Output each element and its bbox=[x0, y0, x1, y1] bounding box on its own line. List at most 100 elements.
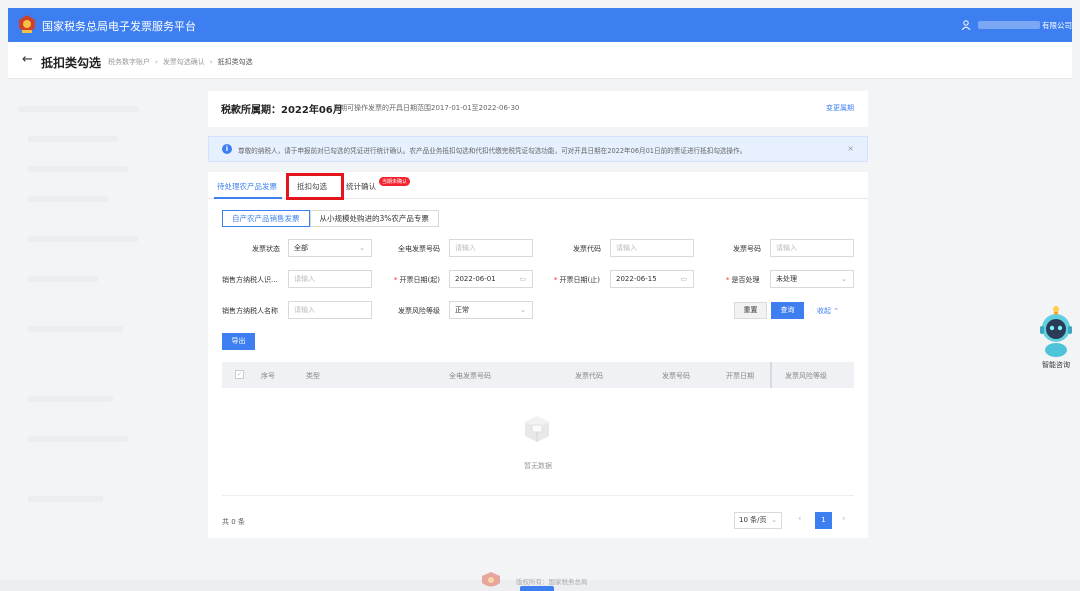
collapse-button[interactable]: 收起 ⌃ bbox=[817, 306, 839, 316]
tab-pending-farm-invoices[interactable]: 待处理农产品发票 bbox=[217, 181, 277, 192]
chevron-up-icon: ⌃ bbox=[833, 307, 840, 315]
ghost-line bbox=[28, 136, 118, 142]
subtab-self-produced[interactable]: 自产农产品销售发票 bbox=[222, 210, 310, 227]
breadcrumb-bar: ← 抵扣类勾选 税务数字账户 › 发票勾选确认 › 抵扣类勾选 bbox=[8, 42, 1072, 79]
unconfirmed-badge: 当期未确认 bbox=[379, 177, 411, 186]
column-header: 发票代码 bbox=[575, 372, 603, 380]
next-page-icon[interactable]: › bbox=[842, 514, 846, 524]
select-all-checkbox[interactable]: ✓ bbox=[235, 370, 244, 379]
invoice-status-label: 发票状态 bbox=[252, 245, 280, 253]
risk-level-value: 正常 bbox=[455, 306, 469, 314]
invoice-code-input[interactable]: 请输入 bbox=[610, 239, 694, 257]
back-arrow-icon[interactable]: ← bbox=[22, 53, 33, 67]
info-icon: i bbox=[222, 144, 232, 154]
sidebar-ghost bbox=[8, 96, 193, 566]
chevron-down-icon: ⌄ bbox=[359, 244, 365, 252]
invoice-status-select[interactable]: 全部 ⌄ bbox=[288, 239, 372, 257]
ghost-line bbox=[18, 106, 138, 112]
footer-tab[interactable] bbox=[520, 586, 554, 591]
tab-bar: 待处理农产品发票 抵扣勾选 统计确认 当期未确认 bbox=[208, 172, 868, 200]
app-title: 国家税务总局电子发票服务平台 bbox=[42, 20, 196, 33]
footer-emblem-icon bbox=[482, 572, 500, 587]
column-header: 发票号码 bbox=[662, 372, 690, 380]
ghost-line bbox=[28, 276, 98, 282]
full-invoice-no-input[interactable]: 请输入 bbox=[449, 239, 533, 257]
active-tab-underline bbox=[214, 197, 282, 199]
ghost-line bbox=[28, 166, 128, 172]
date-start-value: 2022-06-01 bbox=[455, 275, 496, 283]
table-bottom-divider bbox=[222, 495, 854, 496]
page-title: 抵扣类勾选 bbox=[41, 56, 102, 70]
seller-name-input[interactable]: 请输入 bbox=[288, 301, 372, 319]
column-header: 开票日期 bbox=[726, 372, 754, 380]
date-start-label-text: 开票日期(起) bbox=[399, 276, 440, 284]
empty-state-text: 暂无数据 bbox=[524, 462, 552, 470]
processed-value: 未处理 bbox=[776, 275, 797, 283]
seller-taxid-label: 销售方纳税人识... bbox=[222, 276, 278, 284]
risk-level-select[interactable]: 正常 ⌄ bbox=[449, 301, 533, 319]
collapse-label: 收起 bbox=[817, 307, 831, 315]
main-card: 待处理农产品发票 抵扣勾选 统计确认 当期未确认 自产农产品销售发票 从小规模处… bbox=[208, 172, 868, 538]
close-icon[interactable]: × bbox=[847, 144, 854, 153]
page-size-value: 10 条/页 bbox=[739, 516, 767, 524]
user-icon[interactable] bbox=[961, 20, 971, 30]
ghost-line bbox=[28, 496, 103, 502]
ghost-line bbox=[28, 196, 108, 202]
invoice-no-input[interactable]: 请输入 bbox=[770, 239, 854, 257]
assistant-label: 智能咨询 bbox=[1042, 361, 1070, 369]
invoice-code-label: 发票代码 bbox=[573, 245, 601, 253]
date-end-value: 2022-06-15 bbox=[616, 275, 657, 283]
full-invoice-no-label: 全电发票号码 bbox=[398, 245, 440, 253]
subtab-small-scale-3pct[interactable]: 从小规模处购进的3%农产品专票 bbox=[309, 210, 439, 227]
total-count: 共 0 条 bbox=[222, 518, 245, 526]
reset-button[interactable]: 重置 bbox=[734, 302, 767, 319]
user-company[interactable]: 有限公司 bbox=[1042, 20, 1072, 31]
column-header: 序号 bbox=[261, 372, 275, 380]
processed-label: * 是否处理 bbox=[726, 275, 760, 285]
tax-period-card: 税款所属期：2022年06月 当期可操作发票的开具日期范围2017-01-01至… bbox=[208, 91, 868, 127]
subtab-group: 自产农产品销售发票 从小规模处购进的3%农产品专票 bbox=[222, 210, 439, 227]
tax-period-hint: 当期可操作发票的开具日期范围2017-01-01至2022-06-30 bbox=[333, 104, 520, 112]
date-start-picker[interactable]: 2022-06-01 ▭ bbox=[449, 270, 533, 288]
date-start-label: * 开票日期(起) bbox=[394, 275, 440, 285]
ghost-line bbox=[28, 396, 113, 402]
page-size-select[interactable]: 10 条/页 ⌄ bbox=[734, 512, 782, 529]
prev-page-icon[interactable]: ‹ bbox=[798, 514, 802, 524]
invoice-no-label: 发票号码 bbox=[733, 245, 761, 253]
breadcrumb-current: 抵扣类勾选 bbox=[217, 58, 253, 66]
date-end-label-text: 开票日期(止) bbox=[559, 276, 600, 284]
query-button[interactable]: 查询 bbox=[771, 302, 804, 319]
risk-level-label: 发票风险等级 bbox=[398, 307, 440, 315]
ghost-line bbox=[28, 436, 128, 442]
date-end-picker[interactable]: 2022-06-15 ▭ bbox=[610, 270, 694, 288]
smart-assistant[interactable]: 智能咨询 bbox=[1036, 306, 1076, 370]
highlight-box bbox=[286, 173, 344, 200]
column-header: 全电发票号码 bbox=[449, 372, 491, 380]
breadcrumb-item[interactable]: 发票勾选确认 bbox=[163, 58, 205, 66]
required-mark: * bbox=[554, 276, 558, 284]
column-header: 类型 bbox=[306, 372, 320, 380]
date-end-label: * 开票日期(止) bbox=[554, 275, 600, 285]
top-header: 国家税务总局电子发票服务平台 有限公司 bbox=[8, 8, 1072, 42]
processed-select[interactable]: 未处理 ⌄ bbox=[770, 270, 854, 288]
table-header: ✓ 序号 类型 全电发票号码 发票代码 发票号码 开票日期 发票风险等级 bbox=[222, 362, 854, 388]
required-mark: * bbox=[726, 276, 730, 284]
page-number-current[interactable]: 1 bbox=[815, 512, 832, 529]
chevron-down-icon: ⌄ bbox=[841, 275, 847, 283]
breadcrumb: 税务数字账户 › 发票勾选确认 › 抵扣类勾选 bbox=[108, 57, 253, 67]
invoice-status-value: 全部 bbox=[294, 244, 308, 252]
tab-statistics-confirm[interactable]: 统计确认 bbox=[346, 181, 376, 192]
empty-box-icon bbox=[525, 416, 549, 442]
chevron-down-icon: ⌄ bbox=[771, 516, 777, 524]
change-period-link[interactable]: 变更属期 bbox=[826, 103, 854, 113]
column-header: 发票风险等级 bbox=[785, 372, 827, 380]
seller-name-label: 销售方纳税人名称 bbox=[222, 307, 278, 315]
calendar-icon: ▭ bbox=[680, 275, 687, 283]
breadcrumb-item[interactable]: 税务数字账户 bbox=[108, 58, 150, 66]
export-button[interactable]: 导出 bbox=[222, 333, 255, 350]
footer-copyright: 版权所有：国家税务总局 bbox=[516, 578, 588, 586]
column-divider bbox=[770, 362, 772, 388]
user-name-redacted bbox=[978, 21, 1040, 29]
seller-taxid-input[interactable]: 请输入 bbox=[288, 270, 372, 288]
breadcrumb-separator: › bbox=[209, 58, 213, 66]
